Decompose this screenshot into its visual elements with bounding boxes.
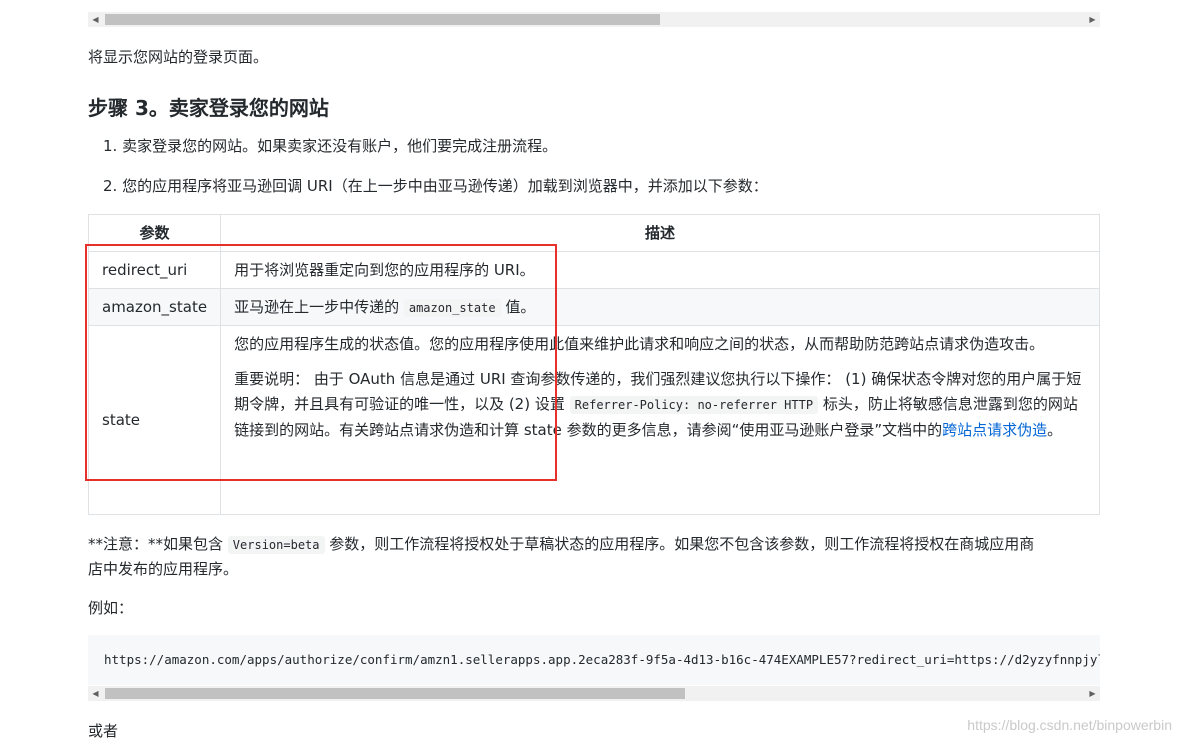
header-description: 描述 [220,214,1100,252]
table-header-row: 参数 描述 [87,214,1100,252]
param-name: amazon_state [87,288,222,326]
step-heading: 步骤 3。卖家登录您的网站 [88,96,329,120]
list-number: 1. [103,137,118,155]
desc-text: 值。 [505,297,536,316]
list-text: 卖家登录您的网站。如果卖家还没有账户，他们要完成注册流程。 [122,137,558,155]
note-text: **注意：**如果包含 Version=beta 参数，则工作流程将授权处于草稿… [88,532,1100,581]
param-name: state [87,325,222,515]
parameter-table: 参数 描述 redirect_uri 用于将浏览器重定向到您的应用程序的 URI… [87,214,1100,515]
top-horizontal-scrollbar[interactable]: ◀ ▶ [88,12,1100,27]
desc-paragraph-important: 重要说明： 由于 OAuth 信息是通过 URI 查询参数传递的，我们强烈建议您… [234,367,1086,443]
list-text: 您的应用程序将亚马逊回调 URI（在上一步中由亚马逊传递）加载到浏览器中，并添加… [122,177,768,195]
list-item: 1. 卖家登录您的网站。如果卖家还没有账户，他们要完成注册流程。 [103,134,557,158]
header-param: 参数 [87,214,222,252]
intro-text: 将显示您网站的登录页面。 [88,48,269,66]
table-row: amazon_state 亚马逊在上一步中传递的 amazon_state 值。 [87,288,1100,326]
scroll-left-arrow-icon[interactable]: ◀ [88,686,103,701]
param-description: 用于将浏览器重定向到您的应用程序的 URI。 [220,251,1100,289]
bottom-horizontal-scrollbar[interactable]: ◀ ▶ [88,686,1100,701]
example-label: 例如： [88,599,134,617]
param-name: redirect_uri [87,251,222,289]
desc-text: 亚马逊在上一步中传递的 [234,297,400,316]
csrf-link[interactable]: 跨站点请求伪造 [942,421,1047,439]
inline-code: Referrer-Policy: no-referrer HTTP [569,396,819,414]
watermark: https://blog.csdn.net/binpowerbin [967,717,1172,733]
param-description: 亚马逊在上一步中传递的 amazon_state 值。 [220,288,1100,326]
scroll-right-arrow-icon[interactable]: ▶ [1085,686,1100,701]
scroll-right-arrow-icon[interactable]: ▶ [1085,12,1100,27]
code-example: https://amazon.com/apps/authorize/confir… [104,652,1100,667]
scrollbar-thumb[interactable] [105,688,685,699]
list-item: 2. 您的应用程序将亚马逊回调 URI（在上一步中由亚马逊传递）加载到浏览器中，… [103,174,768,198]
note-text-line2: 店中发布的应用程序。 [88,560,239,578]
code-block[interactable]: https://amazon.com/apps/authorize/confir… [88,635,1100,685]
table-row: redirect_uri 用于将浏览器重定向到您的应用程序的 URI。 [87,251,1100,289]
or-text: 或者 [88,722,119,740]
scrollbar-thumb[interactable] [105,14,660,25]
inline-code: Version=beta [227,536,325,554]
param-description: 您的应用程序生成的状态值。您的应用程序使用此值来维护此请求和响应之间的状态，从而… [220,325,1100,515]
note-text-start: **注意：**如果包含 [88,535,224,553]
note-text-end: 参数，则工作流程将授权处于草稿状态的应用程序。如果您不包含该参数，则工作流程将授… [329,535,1035,553]
desc-paragraph: 您的应用程序生成的状态值。您的应用程序使用此值来维护此请求和响应之间的状态，从而… [234,335,1045,353]
desc-text: 。 [1047,421,1063,439]
inline-code: amazon_state [403,298,501,317]
list-number: 2. [103,177,118,195]
table-row: state 您的应用程序生成的状态值。您的应用程序使用此值来维护此请求和响应之间… [87,325,1100,515]
scroll-left-arrow-icon[interactable]: ◀ [88,12,103,27]
